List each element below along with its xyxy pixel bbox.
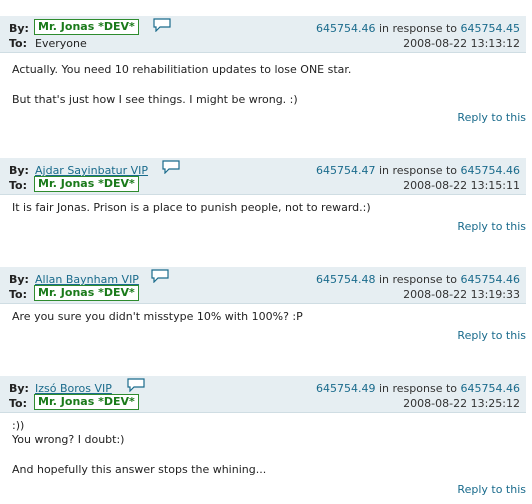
post-line: It is fair Jonas. Prison is a place to p… [12, 201, 371, 214]
parent-id-link[interactable]: 645754.46 [461, 382, 521, 395]
by-label: By: [9, 273, 29, 286]
post-date: 2008-08-22 13:25:12 [403, 397, 520, 410]
to-label: To: [9, 37, 27, 50]
to-label: To: [9, 288, 27, 301]
post-id-link[interactable]: 645754.46 [316, 22, 376, 35]
recipient-dev-badge[interactable]: Mr. Jonas *DEV* [34, 176, 139, 192]
in-response-text: in response to [378, 273, 457, 286]
by-label: By: [9, 164, 29, 177]
by-label: By: [9, 22, 29, 35]
response-info: 645754.48 in response to 645754.46 [316, 273, 520, 286]
in-response-text: in response to [378, 382, 457, 395]
post-line: And hopefully this answer stops the whin… [12, 463, 267, 476]
in-response-text: in response to [378, 164, 457, 177]
post-id-link[interactable]: 645754.49 [316, 382, 376, 395]
post-line: But that's just how I see things. I migh… [12, 93, 298, 106]
post-id-link[interactable]: 645754.47 [316, 164, 376, 177]
post-line: You wrong? I doubt:) [12, 433, 125, 446]
reply-link[interactable]: Reply to this [457, 220, 526, 233]
post-header: By: Izsó Boros VIP To: Mr. Jonas *DEV* 6… [0, 376, 526, 413]
to-label: To: [9, 179, 27, 192]
parent-id-link[interactable]: 645754.45 [461, 22, 521, 35]
post-header: By: Ajdar Sayinbatur VIP To: Mr. Jonas *… [0, 158, 526, 195]
recipient: Everyone [35, 37, 87, 50]
response-info: 645754.46 in response to 645754.45 [316, 22, 520, 35]
response-info: 645754.47 in response to 645754.46 [316, 164, 520, 177]
post-id-link[interactable]: 645754.48 [316, 273, 376, 286]
reply-link[interactable]: Reply to this [457, 111, 526, 124]
post: By: Izsó Boros VIP To: Mr. Jonas *DEV* 6… [0, 376, 526, 501]
recipient-dev-badge[interactable]: Mr. Jonas *DEV* [34, 285, 139, 301]
post-date: 2008-08-22 13:19:33 [403, 288, 520, 301]
message-icon[interactable] [162, 160, 180, 174]
to-label: To: [9, 397, 27, 410]
post-date: 2008-08-22 13:13:12 [403, 37, 520, 50]
message-icon[interactable] [127, 378, 145, 392]
post: By: Allan Baynham VIP To: Mr. Jonas *DEV… [0, 267, 526, 347]
reply-link[interactable]: Reply to this [457, 329, 526, 342]
reply-link[interactable]: Reply to this [457, 483, 526, 496]
parent-id-link[interactable]: 645754.46 [461, 273, 521, 286]
post-date: 2008-08-22 13:15:11 [403, 179, 520, 192]
message-icon[interactable] [151, 269, 169, 283]
author-dev-badge[interactable]: Mr. Jonas *DEV* [34, 19, 139, 35]
post-header: By: Mr. Jonas *DEV* To: Everyone 645754.… [0, 16, 526, 53]
post-line: Actually. You need 10 rehabilitiation up… [12, 63, 352, 76]
response-info: 645754.49 in response to 645754.46 [316, 382, 520, 395]
recipient-dev-badge[interactable]: Mr. Jonas *DEV* [34, 394, 139, 410]
post: By: Ajdar Sayinbatur VIP To: Mr. Jonas *… [0, 158, 526, 238]
by-label: By: [9, 382, 29, 395]
parent-id-link[interactable]: 645754.46 [461, 164, 521, 177]
in-response-text: in response to [378, 22, 457, 35]
post-line: :)) [12, 419, 25, 432]
message-icon[interactable] [153, 18, 171, 32]
post-header: By: Allan Baynham VIP To: Mr. Jonas *DEV… [0, 267, 526, 304]
post: By: Mr. Jonas *DEV* To: Everyone 645754.… [0, 16, 526, 136]
post-line: Are you sure you didn't misstype 10% wit… [12, 310, 303, 323]
